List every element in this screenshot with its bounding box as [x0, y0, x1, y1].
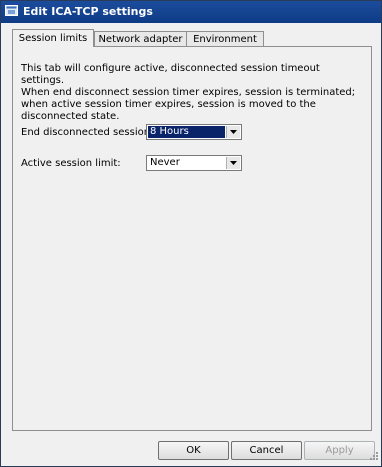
- description-line-2: When end disconnect session timer expire…: [21, 87, 356, 122]
- ok-button[interactable]: OK: [158, 441, 229, 460]
- chevron-down-icon: [230, 161, 237, 165]
- tab-network-adapter[interactable]: Network adapter: [94, 31, 187, 46]
- app-window-icon: [5, 4, 19, 18]
- tab-session-limits[interactable]: Session limits: [12, 29, 94, 47]
- window-title: Edit ICA-TCP settings: [23, 5, 153, 18]
- end-disconnected-dropdown-button[interactable]: [226, 126, 240, 138]
- active-limit-label: Active session limit:: [21, 158, 121, 169]
- title-bar[interactable]: Edit ICA-TCP settings: [1, 1, 381, 23]
- active-limit-select[interactable]: Never: [146, 155, 242, 171]
- chevron-down-icon: [230, 130, 237, 134]
- session-limits-panel: This tab will configure active, disconne…: [12, 46, 372, 431]
- description-text: This tab will configure active, disconne…: [21, 63, 361, 123]
- active-limit-dropdown-button[interactable]: [226, 157, 240, 169]
- end-disconnected-value: 8 Hours: [148, 126, 225, 138]
- description-line-1: This tab will configure active, disconne…: [21, 63, 320, 86]
- resize-grip-icon[interactable]: [369, 451, 379, 464]
- cancel-button[interactable]: Cancel: [231, 441, 302, 460]
- end-disconnected-select[interactable]: 8 Hours: [146, 124, 242, 140]
- active-limit-value: Never: [150, 157, 180, 168]
- apply-button[interactable]: Apply: [304, 441, 375, 460]
- tab-environment[interactable]: Environment: [186, 31, 264, 46]
- dialog-window: Edit ICA-TCP settings Session limits Net…: [0, 0, 382, 467]
- end-disconnected-label: End disconnected session:: [21, 127, 154, 138]
